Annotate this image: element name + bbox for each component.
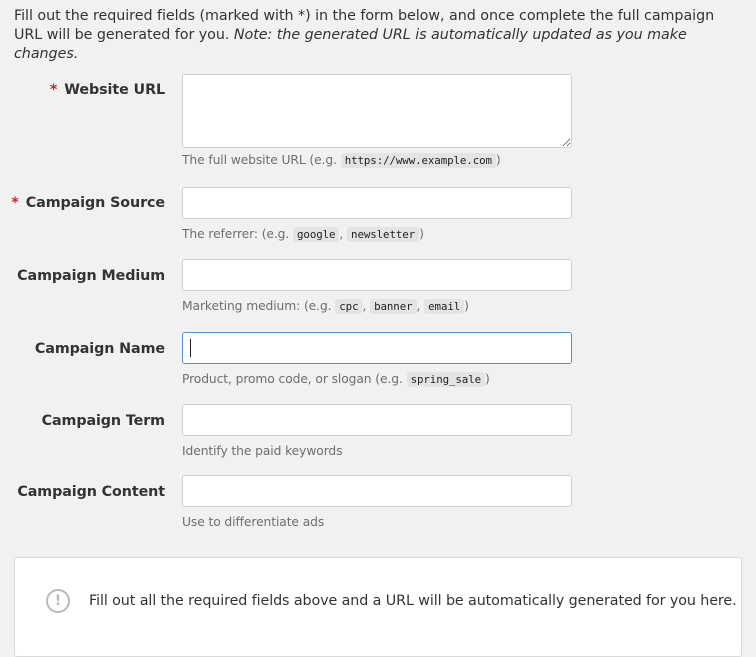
campaign-name-field[interactable] [182, 332, 572, 364]
required-marker: * [11, 195, 19, 211]
campaign-medium-field[interactable] [182, 259, 572, 291]
website-url-help: The full website URL (e.g. https://www.e… [182, 153, 501, 168]
example-code: google [293, 227, 340, 242]
campaign-medium-label: Campaign Medium [17, 268, 165, 284]
exclamation-circle-icon: ! [46, 589, 70, 613]
campaign-medium-help: Marketing medium: (e.g. cpc, banner, ema… [182, 299, 469, 314]
website-url-field[interactable] [182, 74, 572, 148]
campaign-content-field[interactable] [182, 475, 572, 507]
generated-url-panel: ! Fill out all the required fields above… [14, 557, 742, 657]
campaign-term-field[interactable] [182, 404, 572, 436]
campaign-content-help: Use to differentiate ads [182, 515, 325, 529]
website-url-label: * Website URL [49, 82, 165, 98]
example-code: https://www.example.com [340, 153, 496, 168]
campaign-name-label: Campaign Name [34, 341, 165, 357]
example-code: spring_sale [406, 372, 485, 387]
campaign-content-label: Campaign Content [17, 484, 165, 500]
example-code: email [424, 299, 465, 314]
campaign-term-label: Campaign Term [41, 413, 166, 429]
campaign-source-field[interactable] [182, 187, 572, 219]
example-code: newsletter [347, 227, 420, 242]
generated-url-message: Fill out all the required fields above a… [89, 593, 737, 609]
campaign-name-help: Product, promo code, or slogan (e.g. spr… [182, 372, 490, 387]
example-code: banner [370, 299, 417, 314]
text-cursor [190, 339, 191, 357]
campaign-source-help: The referrer: (e.g. google, newsletter) [182, 227, 424, 242]
example-code: cpc [335, 299, 363, 314]
required-marker: * [49, 82, 58, 98]
intro-text: Fill out the required fields (marked wit… [14, 7, 744, 64]
campaign-term-help: Identify the paid keywords [182, 444, 343, 458]
campaign-source-label: * Campaign Source [11, 195, 165, 211]
